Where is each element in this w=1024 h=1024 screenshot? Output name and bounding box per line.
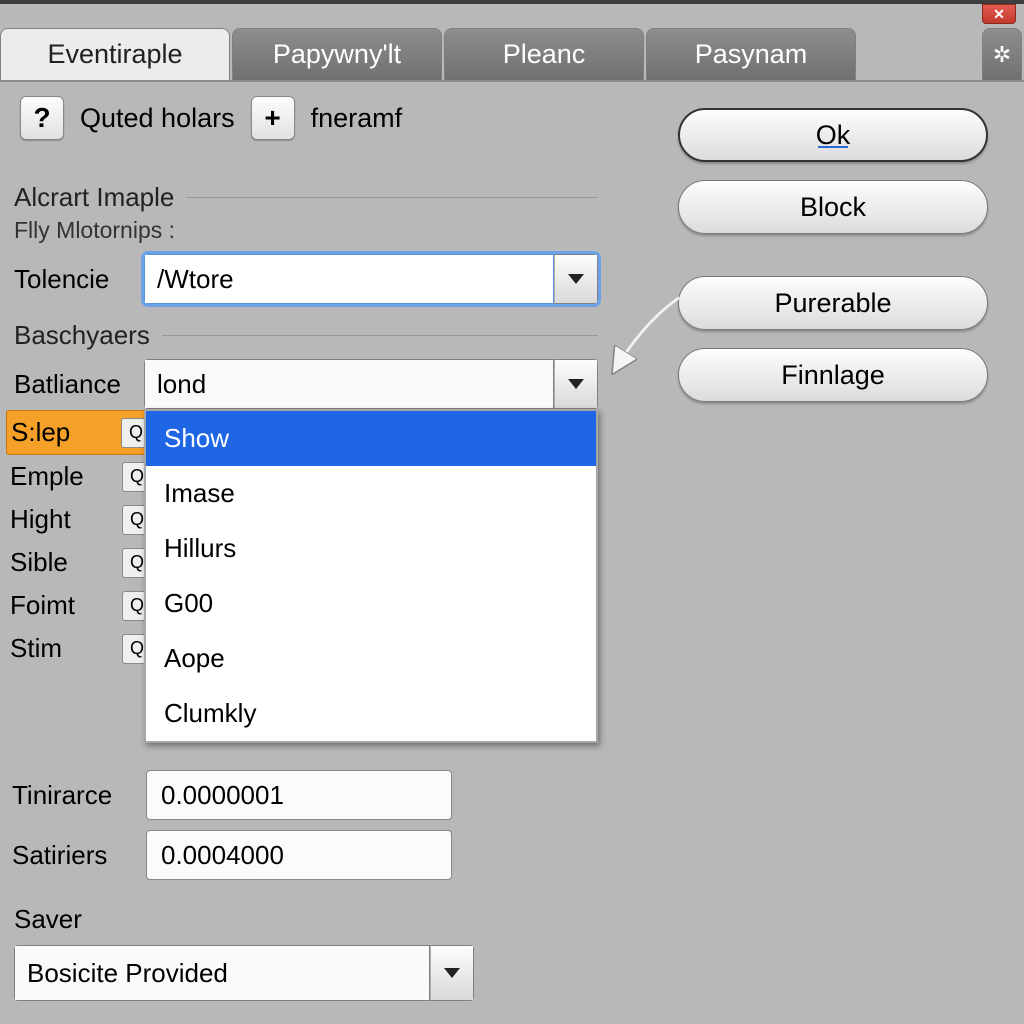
search-icon: Q xyxy=(130,466,144,487)
saver-dropdown-button[interactable] xyxy=(430,945,474,1001)
saver-input[interactable] xyxy=(14,945,430,1001)
chevron-down-icon xyxy=(568,379,584,389)
search-icon: Q xyxy=(129,422,143,443)
tinirarce-label: Tinirarce xyxy=(12,780,132,811)
tab-bar: Eventiraple Papywny'lt Pleanc Pasynam ✲ xyxy=(0,28,1024,82)
batliance-combo[interactable] xyxy=(144,359,598,409)
search-icon: Q xyxy=(130,638,144,659)
tab-pleanc[interactable]: Pleanc xyxy=(444,28,644,80)
purerable-button-label: Purerable xyxy=(774,288,891,319)
batliance-input[interactable] xyxy=(144,359,554,409)
saver-combo[interactable] xyxy=(14,945,474,1001)
group-alcrart-sublabel: Flly Mlotornips : xyxy=(14,217,598,244)
tinirarce-input[interactable] xyxy=(147,771,452,819)
tab-pasynam[interactable]: Pasynam xyxy=(646,28,856,80)
search-icon: Q xyxy=(130,509,144,530)
add-button[interactable]: + xyxy=(251,96,295,140)
row-slep[interactable]: S:lep Q xyxy=(6,410,156,455)
batliance-dropdown-button[interactable] xyxy=(554,359,598,409)
gear-icon: ✲ xyxy=(993,42,1011,68)
row-foimt-label: Foimt xyxy=(10,590,75,621)
dropdown-item-hillurs[interactable]: Hillurs xyxy=(146,521,596,576)
ok-button[interactable]: Ok xyxy=(678,108,988,162)
tolencie-label: Tolencie xyxy=(14,264,134,295)
action-buttons: Ok Block Purerable Finnlage xyxy=(678,108,988,402)
group-baschyaers-title: Baschyaers xyxy=(14,320,150,351)
batliance-dropdown-list: Show Imase Hillurs G00 Aope Clumkly xyxy=(144,409,598,743)
dropdown-item-g00[interactable]: G00 xyxy=(146,576,596,631)
row-stim: Stim Q xyxy=(6,627,156,670)
row-stim-label: Stim xyxy=(10,633,62,664)
satiriers-spinner[interactable]: ✓ xyxy=(146,830,452,880)
tinirarce-row: Tinirarce × xyxy=(12,770,452,820)
row-sible: Sible Q xyxy=(6,541,156,584)
row-emple: Emple Q xyxy=(6,455,156,498)
close-icon: ✕ xyxy=(993,6,1005,23)
batliance-combo-wrapper: Show Imase Hillurs G00 Aope Clumkly xyxy=(144,359,598,409)
chevron-down-icon xyxy=(444,968,460,978)
chevron-down-icon xyxy=(568,274,584,284)
row-hight: Hight Q xyxy=(6,498,156,541)
tolencie-dropdown-button[interactable] xyxy=(554,254,598,304)
search-icon: Q xyxy=(130,595,144,616)
row-emple-label: Emple xyxy=(10,461,84,492)
purerable-button[interactable]: Purerable xyxy=(678,276,988,330)
batliance-label: Batliance xyxy=(14,369,134,400)
tab-papywnylt[interactable]: Papywny'lt xyxy=(232,28,442,80)
help-button[interactable]: ? xyxy=(20,96,64,140)
divider xyxy=(162,335,598,336)
dropdown-item-aope[interactable]: Aope xyxy=(146,631,596,686)
tab-eventiraple[interactable]: Eventiraple xyxy=(0,28,230,80)
group-alcrart-header: Alcrart Imaple xyxy=(14,182,598,213)
search-icon: Q xyxy=(130,552,144,573)
dropdown-item-show[interactable]: Show xyxy=(146,411,596,466)
satiriers-label: Satiriers xyxy=(12,840,132,871)
row-sible-label: Sible xyxy=(10,547,68,578)
dropdown-item-imase[interactable]: Imase xyxy=(146,466,596,521)
toolbar-help-label: Quted holars xyxy=(80,103,235,134)
toolbar-add-label: fneramf xyxy=(311,103,403,134)
divider xyxy=(186,197,598,198)
block-button[interactable]: Block xyxy=(678,180,988,234)
dialog-window: ✕ Eventiraple Papywny'lt Pleanc Pasynam … xyxy=(0,0,1024,1024)
saver-label: Saver xyxy=(14,904,474,935)
plus-icon: + xyxy=(264,102,280,134)
row-hight-label: Hight xyxy=(10,504,71,535)
group-baschyaers-header: Baschyaers xyxy=(14,320,598,351)
satiriers-row: Satiriers ✓ xyxy=(12,830,452,880)
tolencie-row: Tolencie xyxy=(14,254,598,304)
finnlage-button[interactable]: Finnlage xyxy=(678,348,988,402)
tolencie-input[interactable] xyxy=(144,254,554,304)
block-button-label: Block xyxy=(800,192,866,223)
finnlage-button-label: Finnlage xyxy=(781,360,885,391)
left-property-list: S:lep Q Emple Q Hight Q Sible Q Foimt Q … xyxy=(6,410,156,670)
row-slep-label: S:lep xyxy=(11,417,70,448)
tinirarce-spinner[interactable]: × xyxy=(146,770,452,820)
batliance-row: Batliance Show Imase Hillurs G00 Aope Cl… xyxy=(14,359,598,409)
group-alcrart-title: Alcrart Imaple xyxy=(14,182,174,213)
window-close-button[interactable]: ✕ xyxy=(982,4,1016,24)
tolencie-combo[interactable] xyxy=(144,254,598,304)
satiriers-input[interactable] xyxy=(147,831,452,879)
help-icon: ? xyxy=(33,102,50,134)
form-panel: Alcrart Imaple Flly Mlotornips : Tolenci… xyxy=(6,176,606,417)
ok-accelerator-underline xyxy=(818,146,848,148)
row-foimt: Foimt Q xyxy=(6,584,156,627)
tab-settings[interactable]: ✲ xyxy=(982,28,1022,80)
saver-section: Saver xyxy=(14,904,474,1001)
numeric-section: Tinirarce × Satiriers ✓ xyxy=(12,760,452,890)
dropdown-item-clumkly[interactable]: Clumkly xyxy=(146,686,596,741)
pointer-arrow-icon xyxy=(600,294,690,384)
